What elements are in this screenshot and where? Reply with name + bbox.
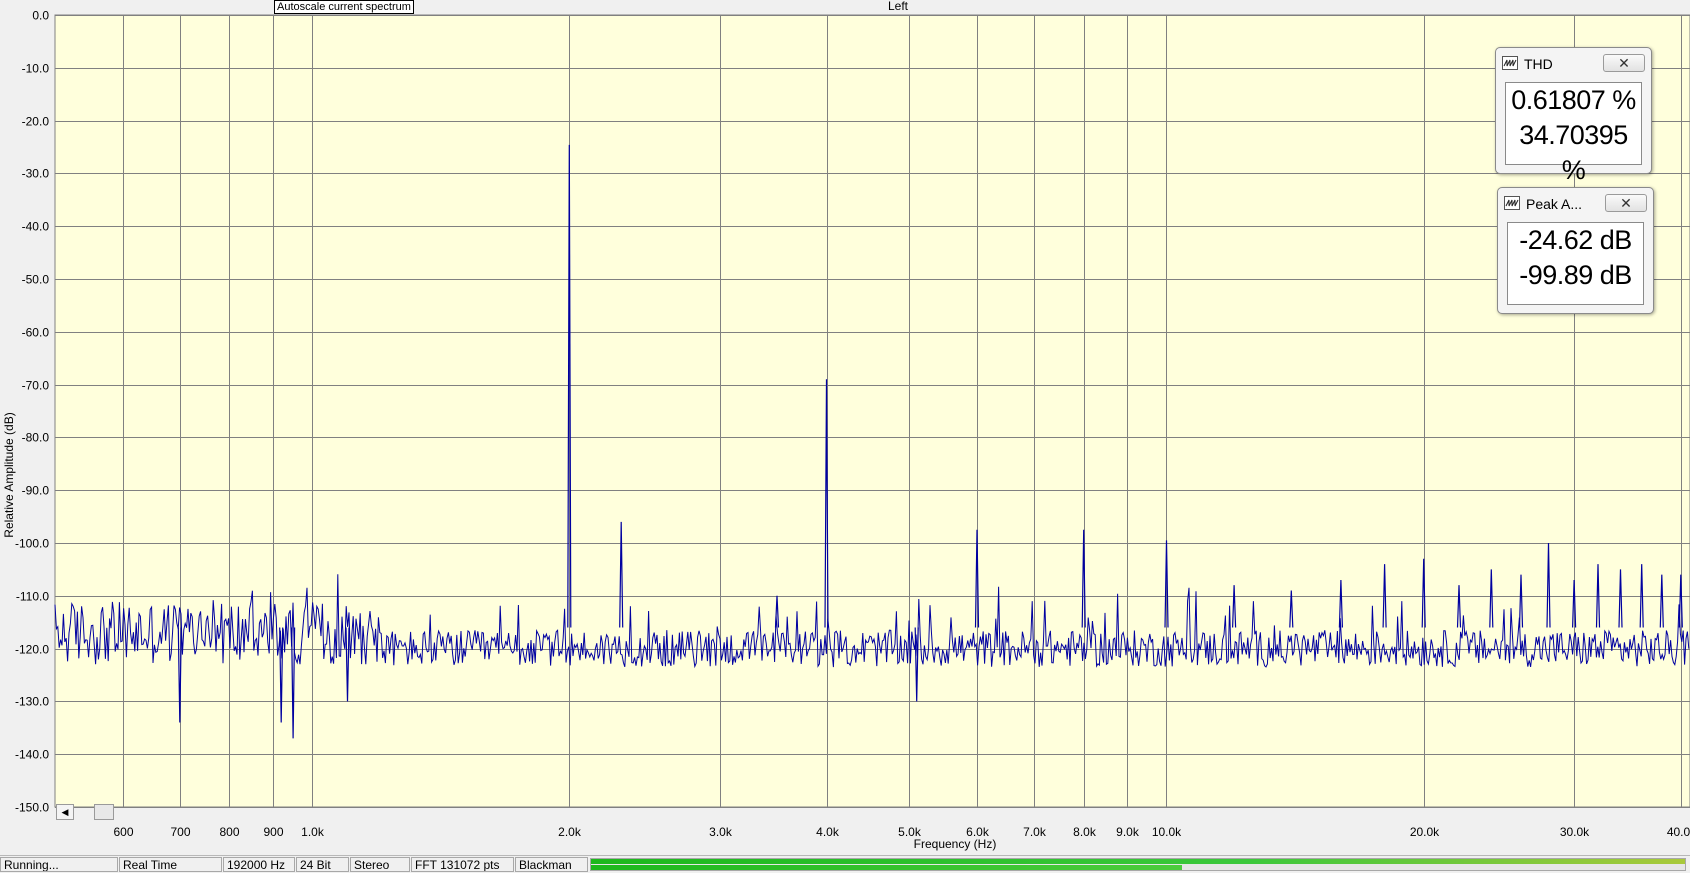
y-tick-label: -60.0: [22, 326, 50, 340]
x-tick-label: 20.0k: [1410, 825, 1440, 839]
y-tick-label: -70.0: [22, 379, 50, 393]
x-tick-label: 4.0k: [816, 825, 840, 839]
arrow-left-icon: ◀: [61, 807, 69, 817]
x-tick-label: 7.0k: [1023, 825, 1047, 839]
y-tick-label: -80.0: [22, 431, 50, 445]
status-bar: Running... Real Time 192000 Hz 24 Bit St…: [0, 855, 1690, 873]
status-window-function: Blackman: [515, 857, 588, 872]
y-tick-label: -20.0: [22, 115, 50, 129]
x-axis-label: Frequency (Hz): [913, 837, 997, 851]
y-tick-label: -140.0: [15, 748, 49, 762]
y-tick-label: -150.0: [15, 801, 49, 815]
x-tick-label: 30.0k: [1560, 825, 1590, 839]
y-axis-label: Relative Amplitude (dB): [2, 412, 16, 538]
waveform-icon: [1504, 196, 1520, 210]
x-tick-label: 9.0k: [1116, 825, 1140, 839]
y-tick-label: -10.0: [22, 62, 50, 76]
thd-meter-header: THD ✕: [1502, 54, 1645, 72]
peak-meter-header: Peak A... ✕: [1504, 194, 1647, 212]
x-tick-label: 800: [219, 825, 239, 839]
waveform-icon: [1502, 56, 1518, 70]
thd-meter-title: THD: [1524, 56, 1553, 72]
y-tick-label: -40.0: [22, 220, 50, 234]
peak-value-2: -99.89 dB: [1519, 260, 1632, 290]
level-meter-top-bar: [591, 859, 1685, 864]
thd-value-1: 0.61807 %: [1511, 85, 1636, 115]
thd-meter-display: 0.61807 % 34.70395 %: [1505, 82, 1642, 185]
y-tick-label: -90.0: [22, 484, 50, 498]
chart-title: Left: [887, 0, 909, 13]
x-tick-label: 3.0k: [709, 825, 733, 839]
level-meter-bottom-bar: [591, 865, 1182, 870]
status-bit-depth: 24 Bit: [296, 857, 349, 872]
x-tick-label: 1.0k: [301, 825, 325, 839]
status-fft-size: FFT 131072 pts: [411, 857, 514, 872]
y-tick-label: -50.0: [22, 273, 50, 287]
input-level-meter: [590, 858, 1686, 871]
thd-close-button[interactable]: ✕: [1603, 54, 1645, 72]
x-tick-label: 10.0k: [1152, 825, 1182, 839]
x-tick-label: 600: [113, 825, 133, 839]
y-tick-label: -30.0: [22, 167, 50, 181]
peak-close-button[interactable]: ✕: [1605, 194, 1647, 212]
y-tick-label: -100.0: [15, 537, 49, 551]
x-tick-label: 900: [263, 825, 283, 839]
x-tick-label: 700: [170, 825, 190, 839]
peak-value-1: -24.62 dB: [1519, 225, 1632, 255]
spectrum-plot: 0.0 -10.0 -20.0 -30.0 -40.0 -50.0 -60.0 -70.0 -8…: [15, 9, 1690, 839]
x-tick-label: 2.0k: [558, 825, 582, 839]
status-state: Running...: [0, 857, 118, 872]
peak-meter-title: Peak A...: [1526, 196, 1583, 212]
peak-meter-display: -24.62 dB -99.89 dB: [1507, 222, 1644, 305]
autoscale-button[interactable]: Autoscale current spectrum: [274, 0, 414, 14]
close-icon: ✕: [1618, 55, 1630, 71]
y-tick-label: -130.0: [15, 695, 49, 709]
x-tick-label: 40.0k: [1667, 825, 1690, 839]
thd-value-2: 34.70395 %: [1519, 120, 1628, 185]
y-tick-label: -120.0: [15, 643, 49, 657]
status-channels: Stereo: [350, 857, 410, 872]
plot-background: [54, 14, 1690, 808]
y-tick-label: 0.0: [32, 9, 49, 23]
scroll-left-button[interactable]: ◀: [56, 804, 74, 820]
status-mode: Real Time: [119, 857, 222, 872]
y-tick-label: -110.0: [16, 590, 49, 604]
close-icon: ✕: [1620, 195, 1632, 211]
scrollbar-thumb[interactable]: [94, 804, 114, 820]
x-tick-label: 8.0k: [1073, 825, 1097, 839]
thd-meter-window[interactable]: THD ✕ 0.61807 % 34.70395 %: [1495, 47, 1652, 185]
peak-meter-window[interactable]: Peak A... ✕ -24.62 dB -99.89 dB: [1497, 187, 1654, 314]
status-sample-rate: 192000 Hz: [223, 857, 295, 872]
